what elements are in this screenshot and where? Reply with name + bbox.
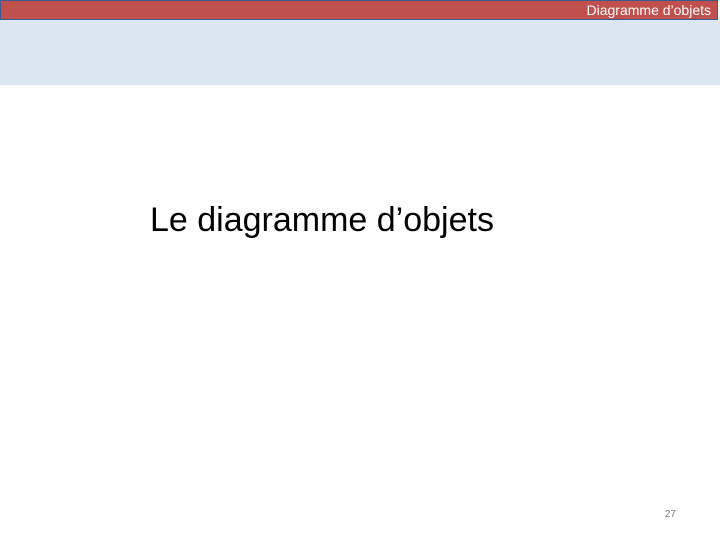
page-number: 27 — [664, 509, 676, 520]
slide-title: Le diagramme d’objets — [150, 201, 494, 239]
header-title: Diagramme d’objets — [586, 2, 712, 18]
header-band — [0, 20, 720, 85]
slide: Diagramme d’objets Le diagramme d’objets… — [0, 0, 720, 540]
header-bar: Diagramme d’objets — [0, 0, 718, 20]
